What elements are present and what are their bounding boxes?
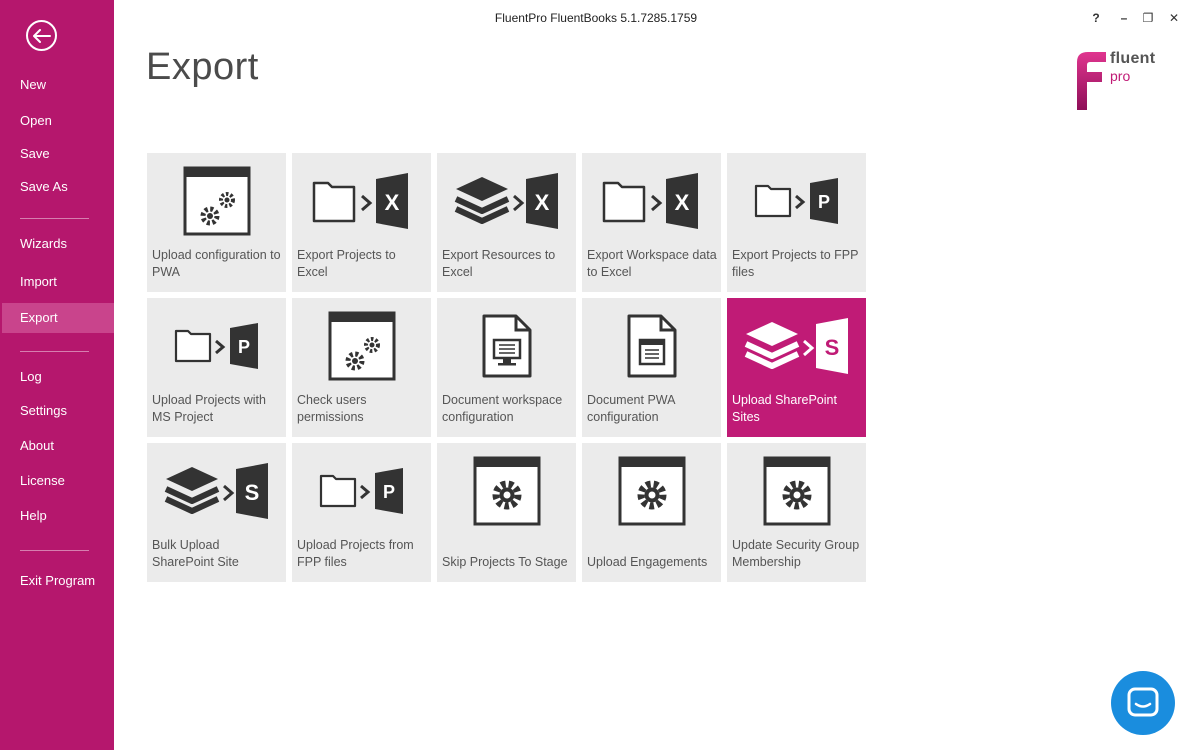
sidebar-item-export[interactable]: Export: [2, 303, 114, 333]
tile-label: Bulk Upload SharePoint Site: [152, 538, 239, 569]
tile-label: Upload Projects with MS Project: [152, 393, 266, 424]
layers-to-excel-icon: X: [454, 172, 558, 229]
sidebar-item-save[interactable]: Save: [2, 139, 114, 169]
tile-label: Upload SharePoint Sites: [732, 393, 837, 424]
sidebar-item-about[interactable]: About: [2, 431, 114, 461]
tile-upload-projects-from-fpp-files[interactable]: P Upload Projects from FPP files: [292, 443, 431, 582]
svg-text:S: S: [244, 480, 259, 505]
layers-to-sharepoint-icon: S: [164, 462, 268, 519]
window-gears-icon: [183, 166, 250, 235]
tile-label: Export Resources to Excel: [442, 248, 556, 279]
tile-label: Export Projects to FPP files: [732, 248, 859, 279]
svg-text:X: X: [384, 190, 399, 215]
close-button[interactable]: ✕: [1166, 10, 1182, 26]
tile-upload-sharepoint-sites[interactable]: S Upload SharePoint Sites: [727, 298, 866, 437]
tile-update-security-group-membership[interactable]: Update Security Group Membership: [727, 443, 866, 582]
sidebar-item-log[interactable]: Log: [2, 362, 114, 392]
window-gear-icon: [618, 456, 685, 525]
svg-text:X: X: [534, 190, 549, 215]
tile-document-workspace-configuration[interactable]: Document workspace configuration: [437, 298, 576, 437]
folder-to-project-icon: P: [754, 177, 838, 224]
folder-to-excel-icon: X: [602, 172, 698, 229]
layers-to-sharepoint-icon: S: [744, 317, 848, 374]
tile-label: Document workspace configuration: [442, 393, 563, 424]
document-window-icon: [627, 314, 676, 377]
restore-button[interactable]: ❐: [1140, 10, 1156, 26]
sidebar-divider: [20, 351, 89, 352]
folder-to-excel-icon: X: [312, 172, 408, 229]
logo-text: pro: [1110, 68, 1131, 84]
svg-text:X: X: [674, 190, 689, 215]
tile-upload-projects-with-ms-project[interactable]: P Upload Projects with MS Project: [147, 298, 286, 437]
sidebar-item-new[interactable]: New: [2, 70, 114, 100]
sidebar-item-exit-program[interactable]: Exit Program: [2, 566, 114, 596]
svg-text:S: S: [824, 335, 839, 360]
tile-export-projects-to-excel[interactable]: X Export Projects to Excel: [292, 153, 431, 292]
tile-label: Export Workspace data to Excel: [587, 248, 717, 279]
window-gear-icon: [763, 456, 830, 525]
arrow-left-icon: [32, 28, 51, 43]
window-title: FluentPro FluentBooks 5.1.7285.1759: [494, 11, 698, 25]
sidebar-divider: [20, 550, 89, 551]
folder-to-project-icon: P: [319, 467, 403, 514]
window-gear-icon: [473, 456, 540, 525]
logo-text: fluent: [1110, 50, 1156, 67]
tile-label: Update Security Group Membership: [732, 538, 860, 569]
svg-text:P: P: [382, 482, 394, 502]
tile-export-projects-to-fpp-files[interactable]: P Export Projects to FPP files: [727, 153, 866, 292]
tile-label: Document PWA configuration: [587, 393, 675, 424]
tile-label: Check users permissions: [297, 393, 367, 424]
svg-text:P: P: [817, 192, 829, 212]
tile-label: Export Projects to Excel: [297, 248, 396, 279]
sidebar-item-wizards[interactable]: Wizards: [2, 229, 114, 259]
sidebar-item-settings[interactable]: Settings: [2, 396, 114, 426]
sidebar-item-import[interactable]: Import: [2, 267, 114, 297]
tile-upload-engagements[interactable]: Upload Engagements: [582, 443, 721, 582]
folder-to-project-icon: P: [174, 322, 258, 369]
sidebar-item-save-as[interactable]: Save As: [2, 172, 114, 202]
tile-label: Upload Projects from FPP files: [297, 538, 414, 569]
tile-upload-configuration-to-pwa[interactable]: Upload configuration to PWA: [147, 153, 286, 292]
tile-check-users-permissions[interactable]: Check users permissions: [292, 298, 431, 437]
sidebar-item-license[interactable]: License: [2, 466, 114, 496]
help-button[interactable]: ?: [1088, 10, 1104, 26]
tile-label: Upload configuration to PWA: [152, 248, 281, 279]
tile-export-workspace-data-to-excel[interactable]: X Export Workspace data to Excel: [582, 153, 721, 292]
chat-icon: [1127, 687, 1159, 717]
sidebar-item-open[interactable]: Open: [2, 106, 114, 136]
tile-export-resources-to-excel[interactable]: X Export Resources to Excel: [437, 153, 576, 292]
sidebar-item-help[interactable]: Help: [2, 501, 114, 531]
tile-document-pwa-configuration[interactable]: Document PWA configuration: [582, 298, 721, 437]
document-monitor-icon: [482, 314, 531, 377]
minimize-button[interactable]: –: [1116, 10, 1132, 26]
sidebar-divider: [20, 218, 89, 219]
chat-button[interactable]: [1111, 671, 1175, 735]
svg-text:P: P: [237, 337, 249, 357]
tile-label: Skip Projects To Stage: [442, 555, 568, 569]
tile-label: Upload Engagements: [587, 555, 708, 569]
tile-skip-projects-to-stage[interactable]: Skip Projects To Stage: [437, 443, 576, 582]
tile-bulk-upload-sharepoint-site[interactable]: S Bulk Upload SharePoint Site: [147, 443, 286, 582]
window-gears-icon: [328, 311, 395, 380]
page-title: Export: [146, 46, 259, 88]
fluentpro-logo: fluent pro: [1076, 50, 1166, 112]
sidebar: New Open Save Save As Wizards Import Exp…: [0, 0, 114, 750]
